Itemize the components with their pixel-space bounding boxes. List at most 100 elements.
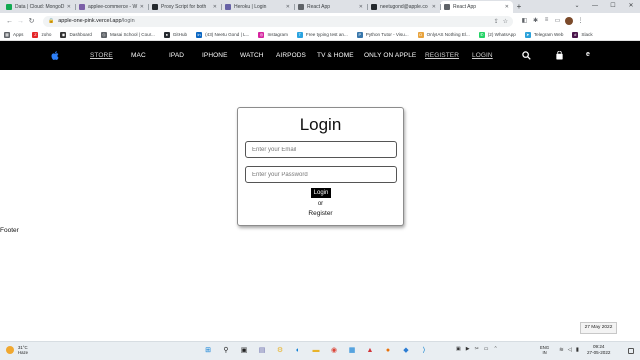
edge-icon[interactable]: ◐	[292, 345, 304, 357]
extension-icon[interactable]: ◧	[519, 17, 530, 25]
task-view-icon[interactable]: ▣	[238, 345, 250, 357]
close-window-icon[interactable]: ✕	[622, 0, 640, 13]
battery-icon[interactable]: ▮	[576, 347, 579, 353]
share-icon[interactable]: ⇪	[494, 18, 499, 25]
search-icon[interactable]	[522, 51, 531, 60]
close-tab-icon[interactable]: ✕	[505, 4, 509, 10]
nav-link-iphone[interactable]: IPHONE	[202, 52, 228, 59]
nav-link-store[interactable]: STORE	[90, 52, 113, 59]
bookmark-item[interactable]: P Python Tutor - Visu...	[356, 31, 409, 38]
browser-tab[interactable]: neetugond@apple.co ✕	[367, 1, 440, 13]
bookmark-item[interactable]: ◇ Masai School | Cour...	[100, 31, 155, 38]
nav-link-login[interactable]: LOGIN	[472, 52, 493, 59]
extension-puzzle-icon[interactable]: ✱	[530, 17, 541, 25]
address-bar[interactable]: 🔒 apple-one-pink.vercel.app/login ⇪ ☆	[43, 15, 513, 27]
bookmark-label: Telegram Web	[533, 32, 564, 37]
bookmark-item[interactable]: O OnlyIAS Nothing El...	[417, 31, 470, 38]
apple-logo-icon[interactable]	[51, 51, 59, 60]
chat-icon[interactable]: ▤	[256, 345, 268, 357]
language-indicator[interactable]: ENG IN	[540, 345, 549, 355]
new-tab-button[interactable]: +	[513, 1, 525, 13]
shopping-bag-icon[interactable]	[555, 51, 564, 60]
media-control-icon[interactable]: ≡	[541, 17, 552, 25]
bookmark-label: Free typing test an...	[305, 32, 348, 37]
bookmark-item[interactable]: ◎ Instagram	[258, 31, 288, 38]
close-tab-icon[interactable]: ✕	[432, 4, 436, 10]
bookmark-item[interactable]: ▦ Apps	[4, 31, 23, 38]
chrome-icon[interactable]: ◉	[328, 345, 340, 357]
nav-link-mac[interactable]: MAC	[131, 52, 146, 59]
user-initial[interactable]: e	[586, 51, 590, 58]
register-link[interactable]: Register	[238, 210, 403, 217]
settings-icon[interactable]: ⚙	[274, 345, 286, 357]
chrome-menu-icon[interactable]: ⋮	[575, 17, 586, 25]
tray-icons: ▣ ▶ ✂ ▭ ⌃	[456, 346, 503, 352]
browser-tab[interactable]: Data | Cloud: MongoD ✕	[2, 1, 75, 13]
site-navbar: STORE MAC IPAD IPHONE WATCH AIRPODS TV &…	[0, 41, 640, 70]
chevron-up-icon[interactable]: ⌃	[494, 346, 498, 352]
search-taskbar-icon[interactable]: ⚲	[220, 345, 232, 357]
notification-icon[interactable]	[628, 348, 634, 354]
weather-widget[interactable]: 31°C Haze	[6, 345, 28, 355]
tab-title: Proxy Script for both	[161, 4, 207, 10]
nav-link-watch[interactable]: WATCH	[240, 52, 264, 59]
bookmark-item[interactable]: # Slack	[572, 31, 593, 38]
nav-link-ipad[interactable]: IPAD	[169, 52, 184, 59]
nav-link-airpods[interactable]: AIRPODS	[276, 52, 306, 59]
browser-tab[interactable]: React App ✕	[440, 1, 513, 13]
bookmark-item[interactable]: ◉ Dashboard	[60, 31, 92, 38]
browser-tab[interactable]: Proxy Script for both ✕	[148, 1, 221, 13]
bookmark-item[interactable]: T Free typing test an...	[296, 31, 348, 38]
tab-search-icon[interactable]: ⌄	[568, 0, 586, 13]
windows-start-icon[interactable]: ⊞	[202, 345, 214, 357]
close-tab-icon[interactable]: ✕	[140, 4, 144, 10]
screen-icon[interactable]: ▭	[484, 346, 489, 352]
file-explorer-icon[interactable]: ▬	[310, 345, 322, 357]
vscode-icon[interactable]: ⟩	[418, 345, 430, 357]
close-tab-icon[interactable]: ✕	[213, 4, 217, 10]
reload-icon[interactable]: ↻	[26, 17, 37, 25]
sidebar-icon[interactable]: ▭	[552, 17, 563, 25]
nav-link-tv-home[interactable]: TV & HOME	[317, 52, 354, 59]
bookmark-label: zoho	[41, 32, 52, 37]
bookmark-item[interactable]: in (43) Neetu Gond | L...	[196, 31, 249, 38]
forward-arrow-icon[interactable]: →	[15, 18, 26, 25]
bookmark-star-icon[interactable]: ☆	[503, 18, 508, 25]
weather-desc: Haze	[18, 350, 29, 355]
lock-icon[interactable]: 🔒	[48, 18, 54, 24]
login-button[interactable]: Login	[311, 188, 331, 198]
snip-icon[interactable]: ✂	[475, 346, 479, 352]
volume-icon[interactable]: ◁	[568, 347, 572, 353]
app-icon-3[interactable]: ◆	[400, 345, 412, 357]
bookmark-item[interactable]: ✆ (2) WhatsApp	[478, 31, 516, 38]
camera-icon[interactable]: ▣	[456, 346, 461, 352]
browser-tab[interactable]: React App ✕	[294, 1, 367, 13]
tab-favicon-icon	[79, 4, 85, 10]
password-field[interactable]	[245, 166, 397, 183]
maximize-icon[interactable]: ☐	[604, 0, 622, 13]
clock[interactable]: 09:24 27-05-2022	[587, 344, 611, 356]
browser-tab[interactable]: Heroku | Login ✕	[221, 1, 294, 13]
close-tab-icon[interactable]: ✕	[359, 4, 363, 10]
wifi-icon[interactable]: ≋	[559, 347, 564, 353]
bookmark-item[interactable]: Zzoho	[32, 31, 52, 38]
bookmark-favicon-icon: P	[356, 31, 363, 38]
video-icon[interactable]: ▶	[466, 346, 470, 352]
bookmark-label: (2) WhatsApp	[487, 32, 516, 37]
email-field[interactable]	[245, 141, 397, 158]
lang-bottom: IN	[542, 350, 547, 355]
tab-favicon-icon	[371, 4, 377, 10]
store-icon[interactable]: ▦	[346, 345, 358, 357]
nav-link-only-on-apple[interactable]: ONLY ON APPLE	[364, 52, 416, 59]
app-icon[interactable]: ▲	[364, 345, 376, 357]
profile-avatar[interactable]	[565, 17, 573, 25]
app-icon-2[interactable]: ●	[382, 345, 394, 357]
close-tab-icon[interactable]: ✕	[286, 4, 290, 10]
nav-link-register[interactable]: REGISTER	[425, 52, 459, 59]
browser-tab[interactable]: applee-commerce - W ✕	[75, 1, 148, 13]
back-arrow-icon[interactable]: ←	[4, 18, 15, 25]
bookmark-item[interactable]: ➤ Telegram Web	[524, 31, 564, 38]
close-tab-icon[interactable]: ✕	[67, 4, 71, 10]
minimize-icon[interactable]: —	[586, 0, 604, 13]
bookmark-item[interactable]: ● GitHub	[163, 31, 187, 38]
